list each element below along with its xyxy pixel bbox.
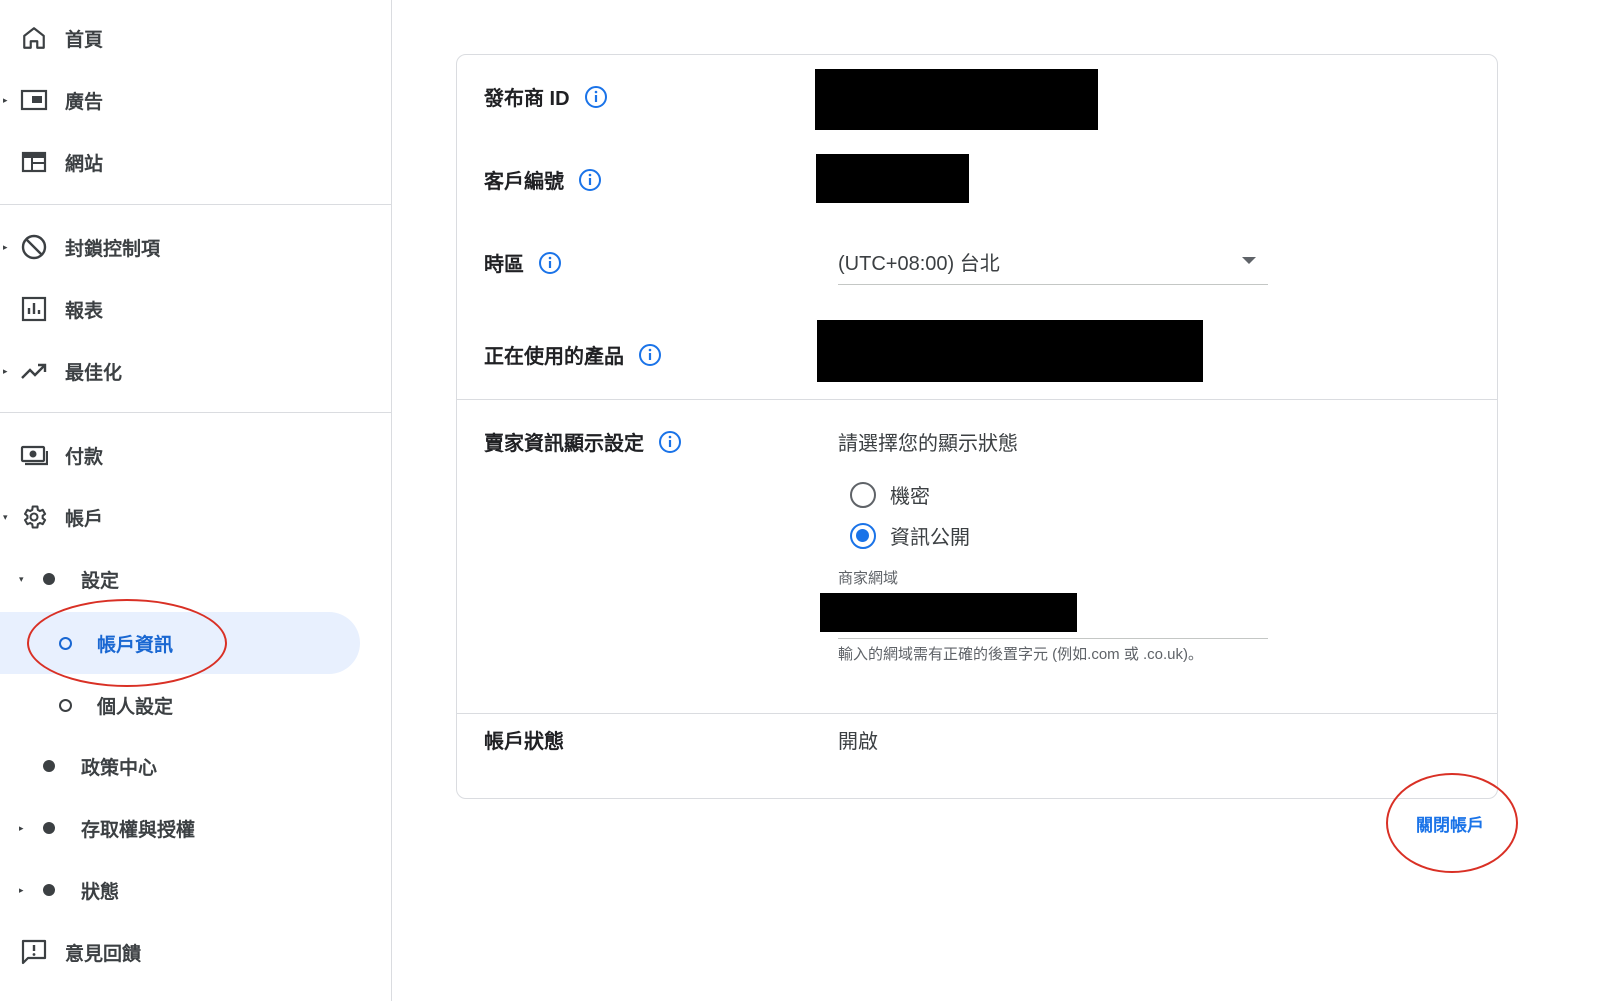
sidebar-divider (0, 204, 392, 205)
info-icon[interactable] (584, 85, 608, 109)
sidebar-item-label: 首頁 (65, 29, 104, 51)
sidebar-item-label: 封鎖控制項 (65, 238, 161, 260)
info-icon[interactable] (578, 168, 602, 192)
dropdown-caret-icon (1242, 257, 1256, 264)
timezone-label: 時區 (484, 254, 524, 276)
info-icon[interactable] (638, 343, 662, 367)
business-domain-field[interactable]: 商家網域 (820, 565, 1268, 639)
sidebar-item-label: 存取權與授權 (81, 819, 196, 841)
sidebar-subitem-personal-settings[interactable]: 個人設定 (0, 674, 392, 736)
redacted-publisher-id (815, 69, 1098, 130)
sidebar-item-label: 網站 (65, 153, 104, 175)
sidebar-item-sites[interactable]: 網站 (0, 131, 392, 193)
collapse-arrow-icon: ▾ (3, 512, 8, 522)
expand-arrow-icon: ▸ (19, 823, 24, 833)
account-status-row: 帳戶狀態 (484, 725, 564, 754)
bullet-icon (43, 884, 55, 896)
sidebar-subitem-status[interactable]: ▸ 狀態 (0, 859, 392, 921)
expand-arrow-icon: ▸ (3, 242, 8, 252)
radio-confidential[interactable]: 機密 (850, 480, 930, 509)
products-label: 正在使用的產品 (484, 346, 624, 368)
sidebar-item-ads[interactable]: ▸ 廣告 (0, 69, 392, 131)
sidebar-item-label: 帳戶資訊 (97, 634, 174, 656)
ring-bullet-icon (59, 636, 72, 650)
redacted-domain (820, 593, 1077, 632)
sidebar-item-label: 意見回饋 (65, 943, 142, 965)
sidebar-item-label: 政策中心 (81, 757, 158, 779)
timezone-select[interactable]: (UTC+08:00) 台北 (838, 235, 1268, 285)
ring-bullet-icon (59, 698, 72, 712)
bullet-icon (43, 822, 55, 834)
publisher-id-row: 發布商 ID (484, 82, 608, 111)
sidebar-subitem-settings[interactable]: ▾ 設定 (0, 548, 392, 610)
info-icon[interactable] (538, 251, 562, 275)
block-icon (20, 233, 48, 261)
expand-arrow-icon: ▸ (3, 95, 8, 105)
account-status-value: 開啟 (838, 731, 878, 753)
sidebar-item-label: 付款 (65, 446, 104, 468)
products-row: 正在使用的產品 (484, 340, 662, 369)
radio-button-checked[interactable] (850, 522, 876, 549)
redacted-products (817, 320, 1203, 382)
seller-info-row: 賣家資訊顯示設定 (484, 427, 682, 456)
sidebar-item-home[interactable]: 首頁 (0, 7, 392, 69)
sidebar-item-label: 帳戶 (65, 508, 104, 530)
sidebar-item-account[interactable]: ▾ 帳戶 (0, 486, 392, 548)
info-icon[interactable] (658, 430, 682, 454)
account-info-card: 發布商 ID 客戶編號 時區 (UTC+08:00) 台北 正在使用的產品 賣家… (456, 54, 1498, 799)
radio-button[interactable] (850, 481, 876, 508)
expand-arrow-icon: ▸ (19, 885, 24, 895)
sidebar-subitem-policy-center[interactable]: 政策中心 (0, 735, 392, 797)
sidebar-divider (0, 412, 392, 413)
sidebar-item-reports[interactable]: 報表 (0, 278, 392, 340)
feedback-icon (20, 938, 48, 966)
reports-icon (20, 295, 48, 323)
sidebar-item-label: 個人設定 (97, 696, 174, 718)
sidebar-item-label: 報表 (65, 300, 104, 322)
radio-transparent[interactable]: 資訊公開 (850, 521, 970, 550)
domain-field-label: 商家網域 (838, 570, 899, 587)
timezone-row: 時區 (484, 248, 562, 277)
seller-info-label: 賣家資訊顯示設定 (484, 433, 644, 455)
domain-helper-text: 輸入的網域需有正確的後置字元 (例如.com 或 .co.uk)。 (838, 646, 1204, 663)
gear-icon (20, 503, 48, 531)
sites-icon (20, 148, 48, 176)
sidebar-item-payments[interactable]: 付款 (0, 424, 392, 486)
sidebar-item-label: 最佳化 (65, 362, 123, 384)
card-divider (457, 399, 1497, 400)
sidebar-subitem-access[interactable]: ▸ 存取權與授權 (0, 797, 392, 859)
bullet-icon (43, 573, 55, 585)
bullet-icon (43, 760, 55, 772)
sidebar-subitem-account-info[interactable]: 帳戶資訊 (0, 612, 360, 674)
sidebar-item-feedback[interactable]: 意見回饋 (0, 921, 392, 983)
sidebar-item-label: 廣告 (65, 91, 104, 113)
ads-icon (20, 86, 48, 114)
customer-id-label: 客戶編號 (484, 171, 564, 193)
sidebar-item-label: 狀態 (81, 881, 120, 903)
customer-id-row: 客戶編號 (484, 165, 602, 194)
account-status-label: 帳戶狀態 (484, 731, 564, 753)
home-icon (20, 24, 48, 52)
radio-label: 機密 (890, 486, 930, 508)
seller-visibility-prompt: 請選擇您的顯示狀態 (838, 433, 1018, 455)
redacted-customer-id (816, 154, 969, 203)
adsense-account-page: 首頁 ▸ 廣告 網站 ▸ 封鎖控制項 報表 ▸ 最佳化 付款 ▾ 帳戶 ▾ 設定… (0, 0, 1600, 1001)
sidebar-item-block-controls[interactable]: ▸ 封鎖控制項 (0, 216, 392, 278)
sidebar-item-label: 設定 (81, 570, 120, 592)
sidebar-item-optimization[interactable]: ▸ 最佳化 (0, 340, 392, 402)
publisher-id-label: 發布商 ID (484, 88, 570, 110)
timezone-value: (UTC+08:00) 台北 (838, 253, 1000, 275)
optimization-icon (20, 357, 48, 385)
sidebar: 首頁 ▸ 廣告 網站 ▸ 封鎖控制項 報表 ▸ 最佳化 付款 ▾ 帳戶 ▾ 設定… (0, 0, 392, 1001)
close-account-link[interactable]: 關閉帳戶 (1416, 811, 1484, 836)
card-divider (457, 713, 1497, 714)
radio-label: 資訊公開 (890, 527, 970, 549)
collapse-arrow-icon: ▾ (19, 574, 24, 584)
payments-icon (20, 441, 48, 469)
expand-arrow-icon: ▸ (3, 366, 8, 376)
